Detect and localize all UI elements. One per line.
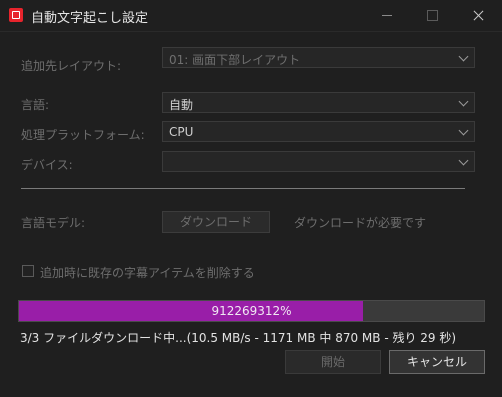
delete-existing-label: 追加時に既存の字幕アイテムを削除する bbox=[40, 266, 255, 280]
language-value: 自動 bbox=[169, 98, 194, 112]
device-label: デバイス: bbox=[21, 158, 73, 172]
destination-layout-value: 01: 画面下部レイアウト bbox=[169, 53, 301, 67]
download-required-note: ダウンロードが必要です bbox=[294, 216, 427, 230]
chevron-down-icon bbox=[458, 125, 469, 136]
download-progress-bar: 912269312% bbox=[18, 300, 485, 322]
close-icon[interactable] bbox=[455, 0, 501, 31]
chevron-down-icon bbox=[458, 155, 469, 166]
destination-layout-label: 追加先レイアウト: bbox=[21, 59, 122, 73]
language-model-label: 言語モデル: bbox=[21, 216, 86, 230]
language-dropdown[interactable]: 自動 bbox=[162, 92, 475, 113]
title-bar: 自動文字起こし設定 bbox=[0, 0, 502, 32]
maximize-icon[interactable] bbox=[409, 0, 455, 31]
section-divider bbox=[21, 188, 465, 189]
progress-percent: 912269312% bbox=[211, 304, 292, 318]
language-label: 言語: bbox=[21, 98, 50, 112]
chevron-down-icon bbox=[458, 96, 469, 107]
platform-label: 処理プラットフォーム: bbox=[21, 128, 145, 142]
platform-dropdown[interactable]: CPU bbox=[162, 121, 475, 142]
start-button[interactable]: 開始 bbox=[285, 350, 381, 374]
window-title: 自動文字起こし設定 bbox=[31, 11, 149, 26]
chevron-down-icon bbox=[458, 51, 469, 62]
download-status: 3/3 ファイルダウンロード中...(10.5 MB/s - 1171 MB 中… bbox=[20, 331, 457, 345]
delete-existing-checkbox[interactable] bbox=[22, 265, 34, 277]
minimize-icon[interactable] bbox=[364, 0, 410, 31]
destination-layout-dropdown[interactable]: 01: 画面下部レイアウト bbox=[162, 47, 475, 68]
platform-value: CPU bbox=[169, 125, 194, 139]
download-button[interactable]: ダウンロード bbox=[162, 211, 270, 233]
cancel-button[interactable]: キャンセル bbox=[389, 350, 485, 374]
device-dropdown[interactable] bbox=[162, 151, 475, 172]
app-logo-icon bbox=[9, 8, 23, 22]
